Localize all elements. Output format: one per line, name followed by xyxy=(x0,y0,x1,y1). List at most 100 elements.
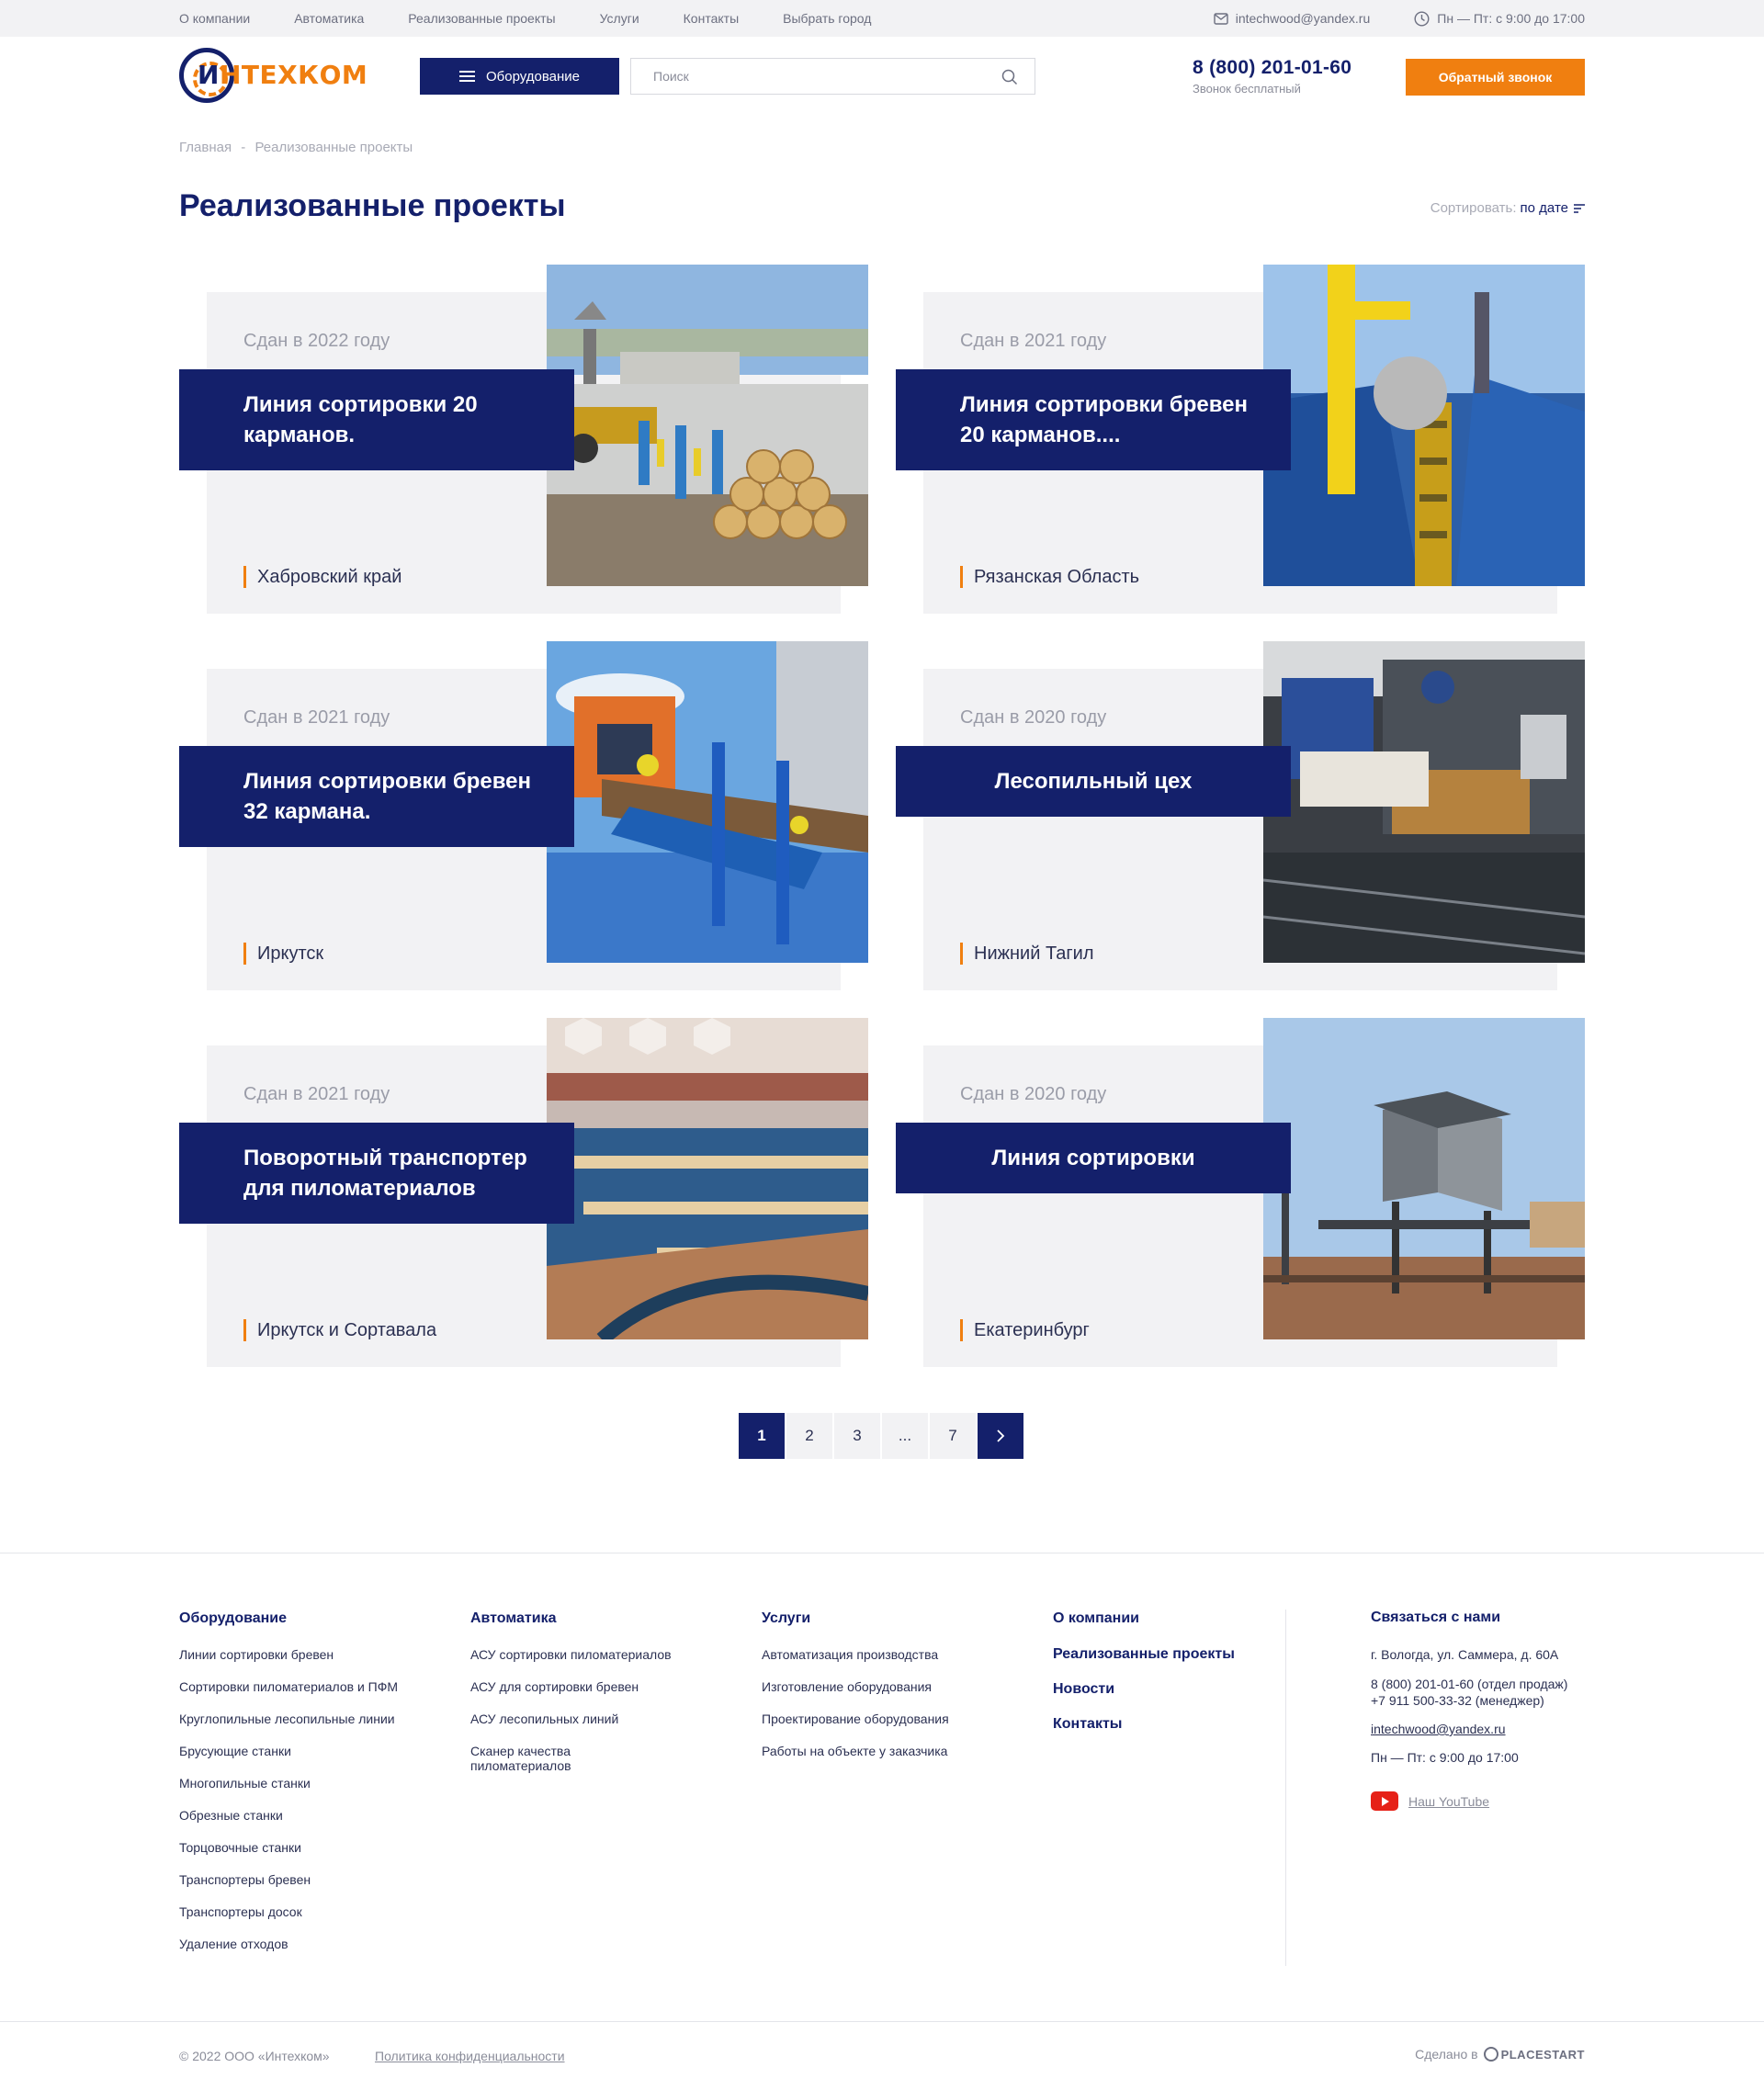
breadcrumb-current: Реализованные проекты xyxy=(254,140,413,155)
search-input[interactable] xyxy=(631,59,980,94)
footer-link[interactable]: Удаление отходов xyxy=(179,1937,398,1952)
footer-link[interactable]: АСУ сортировки пиломатериалов xyxy=(470,1647,709,1663)
footer-link[interactable]: Обрезные станки xyxy=(179,1808,398,1824)
footer-phone-sales[interactable]: 8 (800) 201-01-60 (отдел продаж) xyxy=(1371,1676,1567,1692)
made-by: Сделано в PLACESTART xyxy=(1415,2047,1585,2062)
project-card[interactable]: Сдан в 2021 году Рязанская Область Линия… xyxy=(896,265,1599,614)
project-title-box: Линия сортировки 20 карманов. xyxy=(179,369,574,470)
project-title: Линия сортировки xyxy=(991,1146,1195,1170)
logo[interactable]: ИНТЕХКОМ xyxy=(179,48,368,103)
project-title: Линия сортировки бревен 20 карманов.... xyxy=(960,392,1248,447)
footer-link[interactable]: Многопильные станки xyxy=(179,1776,398,1791)
project-title: Лесопильный цех xyxy=(994,769,1193,794)
callback-button[interactable]: Обратный звонок xyxy=(1406,59,1585,96)
page-title: Реализованные проекты xyxy=(179,188,566,223)
top-nav-services[interactable]: Услуги xyxy=(600,11,639,26)
footer-address: г. Вологда, ул. Саммера, д. 60А xyxy=(1371,1647,1559,1662)
equipment-menu-label: Оборудование xyxy=(485,68,581,85)
page-7-button[interactable]: 7 xyxy=(930,1413,976,1459)
project-place: Нижний Тагил xyxy=(960,943,1094,965)
header-phone: 8 (800) 201-01-60 Звонок бесплатный xyxy=(1193,57,1351,96)
project-card[interactable]: Сдан в 2020 году Нижний Тагил Лесопильны… xyxy=(896,641,1599,990)
footer-link[interactable]: Торцовочные станки xyxy=(179,1840,398,1856)
project-title: Линия сортировки 20 карманов. xyxy=(243,392,478,447)
project-card[interactable]: Сдан в 2020 году Екатеринбург Линия сорт… xyxy=(896,1018,1599,1367)
footer-automation-title: Автоматика xyxy=(470,1610,557,1626)
sort-control[interactable]: Сортировать: по дате xyxy=(1430,200,1585,216)
youtube-icon xyxy=(1371,1791,1398,1811)
equipment-menu-button[interactable]: Оборудование xyxy=(420,58,619,95)
breadcrumb-separator: - xyxy=(241,140,246,155)
footer-about-title[interactable]: О компании xyxy=(1053,1610,1235,1627)
project-photo xyxy=(1263,641,1585,963)
project-title-box: Поворотный транспортер для пиломатериало… xyxy=(179,1123,574,1224)
project-photo xyxy=(1263,1018,1585,1339)
footer-link[interactable]: Линии сортировки бревен xyxy=(179,1647,398,1663)
project-place: Иркутск xyxy=(243,943,323,965)
project-card[interactable]: Сдан в 2021 году Иркутск Линия сортировк… xyxy=(179,641,882,990)
project-photo xyxy=(547,1018,868,1339)
phone-note: Звонок бесплатный xyxy=(1193,82,1301,96)
project-place: Екатеринбург xyxy=(960,1319,1090,1341)
footer-link[interactable]: Проектирование оборудования xyxy=(762,1712,949,1727)
page-2-button[interactable]: 2 xyxy=(786,1413,832,1459)
breadcrumb-home[interactable]: Главная xyxy=(179,140,232,155)
top-nav-automation[interactable]: Автоматика xyxy=(294,11,364,26)
project-card[interactable]: Сдан в 2022 году Хабровский край Линия с… xyxy=(179,265,882,614)
footer-link[interactable]: АСУ для сортировки бревен xyxy=(470,1679,709,1695)
top-nav-city[interactable]: Выбрать город xyxy=(783,11,871,26)
footer-link[interactable]: Сортировки пиломатериалов и ПФМ xyxy=(179,1679,398,1695)
sort-label: Сортировать: xyxy=(1430,200,1517,216)
next-page-button[interactable] xyxy=(978,1413,1023,1459)
footer-about-column: О компании Реализованные проекты Новости… xyxy=(1053,1610,1235,1751)
search-icon[interactable] xyxy=(1001,69,1018,85)
project-title-box: Линия сортировки бревен 20 карманов.... xyxy=(896,369,1291,470)
project-year: Сдан в 2021 году xyxy=(960,331,1107,351)
footer-link[interactable]: Транспортеры бревен xyxy=(179,1872,398,1888)
footer-automation-column: Автоматика АСУ сортировки пиломатериалов… xyxy=(470,1610,709,1790)
project-photo xyxy=(547,641,868,963)
footer-link[interactable]: Изготовление оборудования xyxy=(762,1679,949,1695)
clock-icon xyxy=(1414,10,1430,27)
top-nav-about[interactable]: О компании xyxy=(179,11,250,26)
footer-link[interactable]: Круглопильные лесопильные линии xyxy=(179,1712,398,1727)
project-place: Хабровский край xyxy=(243,566,401,588)
top-email: intechwood@yandex.ru xyxy=(1235,11,1371,26)
footer-services-title: Услуги xyxy=(762,1610,811,1626)
project-title: Линия сортировки бревен 32 кармана. xyxy=(243,769,531,824)
project-title-box: Линия сортировки бревен 32 кармана. xyxy=(179,746,574,847)
copyright: © 2022 ООО «Интехком» xyxy=(179,2049,330,2063)
footer-link[interactable]: Автоматизация производства xyxy=(762,1647,949,1663)
project-photo xyxy=(1263,265,1585,586)
footer-link[interactable]: Работы на объекте у заказчика xyxy=(762,1744,949,1759)
project-title-box: Линия сортировки xyxy=(896,1123,1291,1193)
footer-link[interactable]: Транспортеры досок xyxy=(179,1904,398,1920)
footer-equipment-title: Оборудование xyxy=(179,1610,288,1626)
youtube-link[interactable]: Наш YouTube xyxy=(1371,1791,1567,1811)
project-card[interactable]: Сдан в 2021 году Иркутск и Сортавала Пов… xyxy=(179,1018,882,1367)
privacy-policy-link[interactable]: Политика конфиденциальности xyxy=(375,2049,565,2063)
page-1-button[interactable]: 1 xyxy=(739,1413,785,1459)
footer-link[interactable]: АСУ лесопильных линий xyxy=(470,1712,709,1727)
placestart-link[interactable]: PLACESTART xyxy=(1483,2047,1585,2062)
sort-value[interactable]: по дате xyxy=(1521,200,1568,216)
footer-column-divider xyxy=(1285,1610,1286,1966)
footer-equipment-column: Оборудование Линии сортировки бревен Сор… xyxy=(179,1610,398,1969)
footer-phone-manager[interactable]: +7 911 500-33-32 (менеджер) xyxy=(1371,1692,1567,1709)
project-title: Поворотный транспортер для пиломатериало… xyxy=(243,1146,527,1201)
footer-link[interactable]: Реализованные проекты xyxy=(1053,1646,1235,1662)
footer-link[interactable]: Сканер качества пиломатериалов xyxy=(470,1744,608,1773)
footer-link[interactable]: Брусующие станки xyxy=(179,1744,398,1759)
project-photo xyxy=(547,265,868,586)
top-nav-contacts[interactable]: Контакты xyxy=(684,11,739,26)
search-box xyxy=(630,58,1035,95)
footer-link[interactable]: Контакты xyxy=(1053,1716,1235,1732)
top-nav-projects[interactable]: Реализованные проекты xyxy=(408,11,555,26)
footer-bottom-divider xyxy=(0,2021,1764,2022)
top-email-link[interactable]: intechwood@yandex.ru xyxy=(1214,11,1371,26)
footer-email-link[interactable]: intechwood@yandex.ru xyxy=(1371,1722,1567,1736)
footer-link[interactable]: Новости xyxy=(1053,1681,1235,1697)
page-3-button[interactable]: 3 xyxy=(834,1413,880,1459)
page-ellipsis: ... xyxy=(882,1413,928,1459)
phone-number[interactable]: 8 (800) 201-01-60 xyxy=(1193,57,1351,78)
